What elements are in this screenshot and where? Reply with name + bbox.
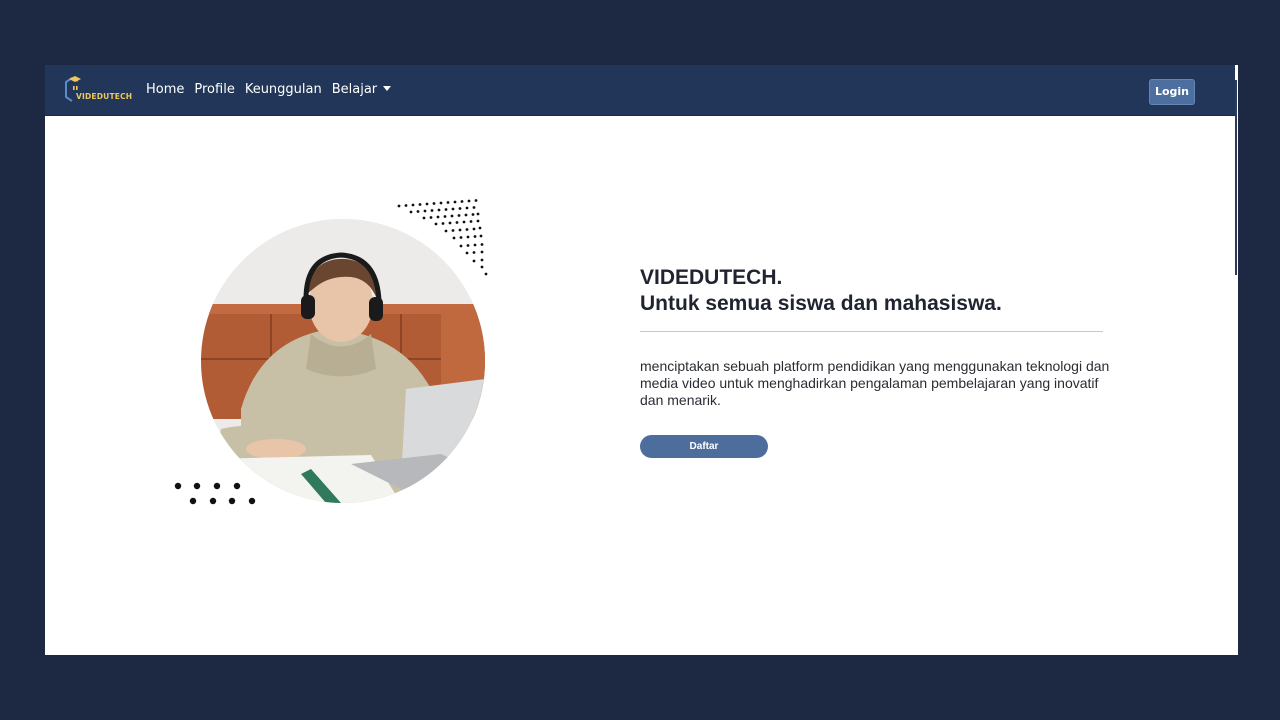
- navbar: VIDEDUTECH Home Profile Keunggulan Belaj…: [45, 65, 1237, 116]
- student-photo-icon: [201, 219, 485, 503]
- browser-page: VIDEDUTECH Home Profile Keunggulan Belaj…: [45, 65, 1237, 655]
- logo-text: VIDEDUTECH: [76, 92, 133, 101]
- logo-icon: [65, 76, 81, 102]
- nav-home[interactable]: Home: [146, 82, 184, 97]
- hero-photo: [201, 219, 485, 503]
- hero-divider: [640, 331, 1103, 332]
- nav-links: Home Profile Keunggulan Belajar: [146, 82, 392, 97]
- daftar-button[interactable]: Daftar: [640, 435, 768, 458]
- hero-title: VIDEDUTECH.: [640, 266, 783, 289]
- dots-pattern-row: [174, 482, 256, 505]
- hero-subtitle: Untuk semua siswa dan mahasiswa.: [640, 292, 1002, 315]
- caret-down-icon: [383, 86, 392, 91]
- nav-profile[interactable]: Profile: [194, 82, 234, 97]
- nav-belajar-label: Belajar: [331, 82, 378, 97]
- nav-keunggulan[interactable]: Keunggulan: [245, 82, 322, 97]
- nav-belajar-dropdown[interactable]: Belajar: [331, 82, 392, 97]
- hero-headline: VIDEDUTECH. Untuk semua siswa dan mahasi…: [640, 265, 1140, 317]
- login-button[interactable]: Login: [1149, 79, 1195, 105]
- scrollbar-thumb[interactable]: [1235, 80, 1237, 275]
- hero-description: menciptakan sebuah platform pendidikan y…: [640, 358, 1110, 408]
- brand-logo[interactable]: VIDEDUTECH: [63, 74, 132, 106]
